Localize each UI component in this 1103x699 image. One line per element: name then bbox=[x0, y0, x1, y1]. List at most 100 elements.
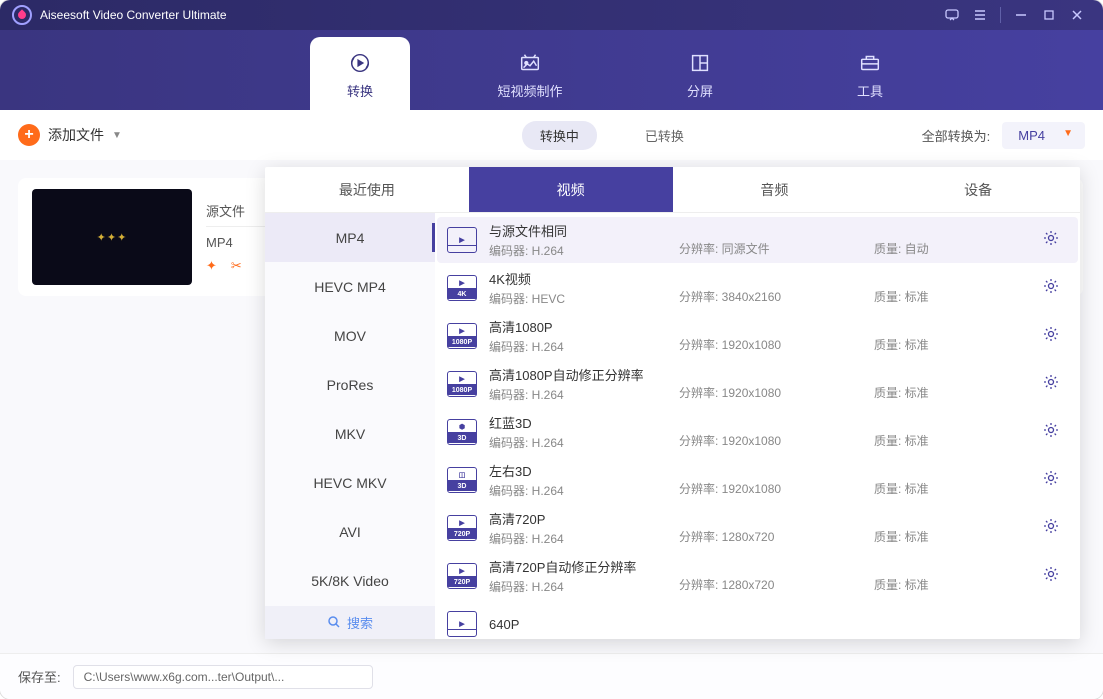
popup-tab-video[interactable]: 视频 bbox=[469, 167, 673, 212]
preset-encoder: 编码器: H.264 bbox=[489, 530, 679, 547]
preset-resolution: 分辨率: 1920x1080 bbox=[679, 480, 874, 497]
preset-badge-icon: ◫3D bbox=[447, 467, 477, 493]
convert-icon bbox=[348, 51, 372, 75]
add-file-button[interactable]: + 添加文件 ▼ bbox=[18, 124, 122, 146]
status-pills: 转换中 已转换 bbox=[522, 121, 702, 150]
preset-title: 红蓝3D bbox=[489, 413, 679, 432]
popup-tab-device[interactable]: 设备 bbox=[876, 167, 1080, 212]
preset-quality: 质量: 标准 bbox=[874, 528, 1022, 545]
preset-quality: 质量: 标准 bbox=[874, 432, 1022, 449]
sidebar-item-format[interactable]: MOV bbox=[265, 311, 435, 360]
sidebar-item-format[interactable]: HEVC MKV bbox=[265, 458, 435, 507]
feedback-icon[interactable] bbox=[938, 1, 966, 29]
nav-tab-label: 分屏 bbox=[687, 81, 713, 100]
maximize-button[interactable] bbox=[1035, 1, 1063, 29]
preset-item[interactable]: ▶与源文件相同编码器: H.264分辨率: 同源文件质量: 自动 bbox=[437, 217, 1078, 263]
preset-quality: 质量: 标准 bbox=[874, 336, 1022, 353]
preset-encoder: 编码器: H.264 bbox=[489, 482, 679, 499]
popup-tab-audio[interactable]: 音频 bbox=[673, 167, 877, 212]
video-thumbnail[interactable]: ✦✦✦ bbox=[32, 189, 192, 285]
titlebar: Aiseesoft Video Converter Ultimate bbox=[0, 0, 1103, 30]
preset-settings-button[interactable] bbox=[1034, 229, 1068, 252]
preset-quality: 质量: 标准 bbox=[874, 384, 1022, 401]
preset-badge-icon: ⬢3D bbox=[447, 419, 477, 445]
toolbar: + 添加文件 ▼ 转换中 已转换 全部转换为: MP4 bbox=[0, 110, 1103, 160]
menu-icon[interactable] bbox=[966, 1, 994, 29]
nav-tab-label: 短视频制作 bbox=[497, 81, 562, 100]
preset-resolution: 分辨率: 1920x1080 bbox=[679, 432, 874, 449]
preset-encoder: 编码器: HEVC bbox=[489, 290, 679, 307]
save-to-label: 保存至: bbox=[18, 667, 61, 686]
preset-settings-button[interactable] bbox=[1034, 277, 1068, 300]
preset-item[interactable]: ▶640P bbox=[437, 601, 1078, 639]
sidebar-item-format[interactable]: ProRes bbox=[265, 360, 435, 409]
sidebar-item-format[interactable]: MKV bbox=[265, 409, 435, 458]
close-button[interactable] bbox=[1063, 1, 1091, 29]
preset-item[interactable]: ◫3D 左右3D 编码器: H.264分辨率: 1920x1080质量: 标准 bbox=[437, 457, 1078, 503]
format-picker-popup: 最近使用 视频 音频 设备 MP4HEVC MP4MOVProResMKVHEV… bbox=[265, 167, 1080, 639]
preset-badge-icon: ▶720P bbox=[447, 515, 477, 541]
pin-icon[interactable]: ✦ bbox=[206, 258, 217, 274]
preset-settings-button[interactable] bbox=[1034, 517, 1068, 540]
search-button[interactable]: 搜索 bbox=[265, 606, 435, 639]
toolbox-icon bbox=[858, 51, 882, 75]
preset-resolution: 分辨率: 3840x2160 bbox=[679, 288, 874, 305]
preset-title: 高清720P bbox=[489, 509, 679, 528]
preset-item[interactable]: ▶720P高清720P自动修正分辨率编码器: H.264分辨率: 1280x72… bbox=[437, 553, 1078, 599]
preset-quality: 质量: 标准 bbox=[874, 288, 1022, 305]
search-label: 搜索 bbox=[347, 613, 373, 632]
collage-icon bbox=[688, 51, 712, 75]
preset-encoder: 编码器: H.264 bbox=[489, 242, 679, 259]
preset-badge-icon: ▶4K bbox=[447, 275, 477, 301]
nav-tab-collage[interactable]: 分屏 bbox=[650, 37, 750, 110]
sidebar-item-format[interactable]: AVI bbox=[265, 507, 435, 556]
preset-encoder: 编码器: H.264 bbox=[489, 386, 679, 403]
preset-settings-button[interactable] bbox=[1034, 421, 1068, 444]
preset-title: 高清1080P bbox=[489, 317, 679, 336]
preset-resolution: 分辨率: 1280x720 bbox=[679, 576, 874, 593]
minimize-button[interactable] bbox=[1007, 1, 1035, 29]
file-format-tag: MP4 bbox=[206, 235, 233, 250]
preset-item[interactable]: ▶1080P高清1080P自动修正分辨率编码器: H.264分辨率: 1920x… bbox=[437, 361, 1078, 407]
nav-tab-mv[interactable]: 短视频制作 bbox=[480, 37, 580, 110]
preset-title: 高清720P自动修正分辨率 bbox=[489, 557, 679, 576]
cut-icon[interactable]: ✂ bbox=[231, 258, 242, 274]
preset-item[interactable]: ▶4K 4K视频编码器: HEVC分辨率: 3840x2160质量: 标准 bbox=[437, 265, 1078, 311]
preset-title: 高清1080P自动修正分辨率 bbox=[489, 365, 679, 384]
preset-settings-button[interactable] bbox=[1034, 469, 1068, 492]
preset-quality: 质量: 标准 bbox=[874, 480, 1022, 497]
preset-settings-button[interactable] bbox=[1034, 565, 1068, 588]
preset-item[interactable]: ▶720P 高清720P 编码器: H.264分辨率: 1280x720质量: 标准 bbox=[437, 505, 1078, 551]
preset-resolution: 分辨率: 1920x1080 bbox=[679, 336, 874, 353]
app-logo-icon bbox=[12, 5, 32, 25]
preset-settings-button[interactable] bbox=[1034, 325, 1068, 348]
preset-title: 左右3D bbox=[489, 461, 679, 480]
sidebar-item-format[interactable]: HEVC MP4 bbox=[265, 262, 435, 311]
popup-tabs: 最近使用 视频 音频 设备 bbox=[265, 167, 1080, 213]
preset-title: 4K视频 bbox=[489, 269, 679, 288]
preset-resolution: 分辨率: 1280x720 bbox=[679, 528, 874, 545]
preset-badge-icon: ▶720P bbox=[447, 563, 477, 589]
nav-tab-label: 工具 bbox=[857, 81, 883, 100]
popup-tab-recent[interactable]: 最近使用 bbox=[265, 167, 469, 212]
chevron-down-icon: ▼ bbox=[112, 130, 122, 141]
preset-badge-icon: ▶1080P bbox=[447, 323, 477, 349]
bottombar: 保存至: C:\Users\www.x6g.com...ter\Output\.… bbox=[0, 653, 1103, 699]
pill-converted[interactable]: 已转换 bbox=[627, 121, 702, 150]
sidebar-item-format[interactable]: MP4 bbox=[265, 213, 435, 262]
preset-item[interactable]: ▶1080P高清1080P编码器: H.264分辨率: 1920x1080质量:… bbox=[437, 313, 1078, 359]
preset-settings-button[interactable] bbox=[1034, 373, 1068, 396]
sidebar-item-format[interactable]: 5K/8K Video bbox=[265, 557, 435, 606]
plus-icon: + bbox=[18, 124, 40, 146]
nav-tab-toolbox[interactable]: 工具 bbox=[820, 37, 920, 110]
output-format-select[interactable]: MP4 bbox=[1002, 122, 1085, 149]
pill-converting[interactable]: 转换中 bbox=[522, 121, 597, 150]
preset-item[interactable]: ⬢3D红蓝3D编码器: H.264分辨率: 1920x1080质量: 标准 bbox=[437, 409, 1078, 455]
preset-badge-icon: ▶ bbox=[447, 227, 477, 253]
nav-tab-convert[interactable]: 转换 bbox=[310, 37, 410, 110]
format-sidebar: MP4HEVC MP4MOVProResMKVHEVC MKVAVI5K/8K … bbox=[265, 213, 435, 639]
output-path-field[interactable]: C:\Users\www.x6g.com...ter\Output\... bbox=[73, 665, 373, 689]
main-nav: 转换 短视频制作 分屏 工具 bbox=[0, 30, 1103, 110]
preset-list[interactable]: ▶与源文件相同编码器: H.264分辨率: 同源文件质量: 自动▶4K4K视频编… bbox=[435, 213, 1080, 639]
preset-quality: 质量: 标准 bbox=[874, 576, 1022, 593]
